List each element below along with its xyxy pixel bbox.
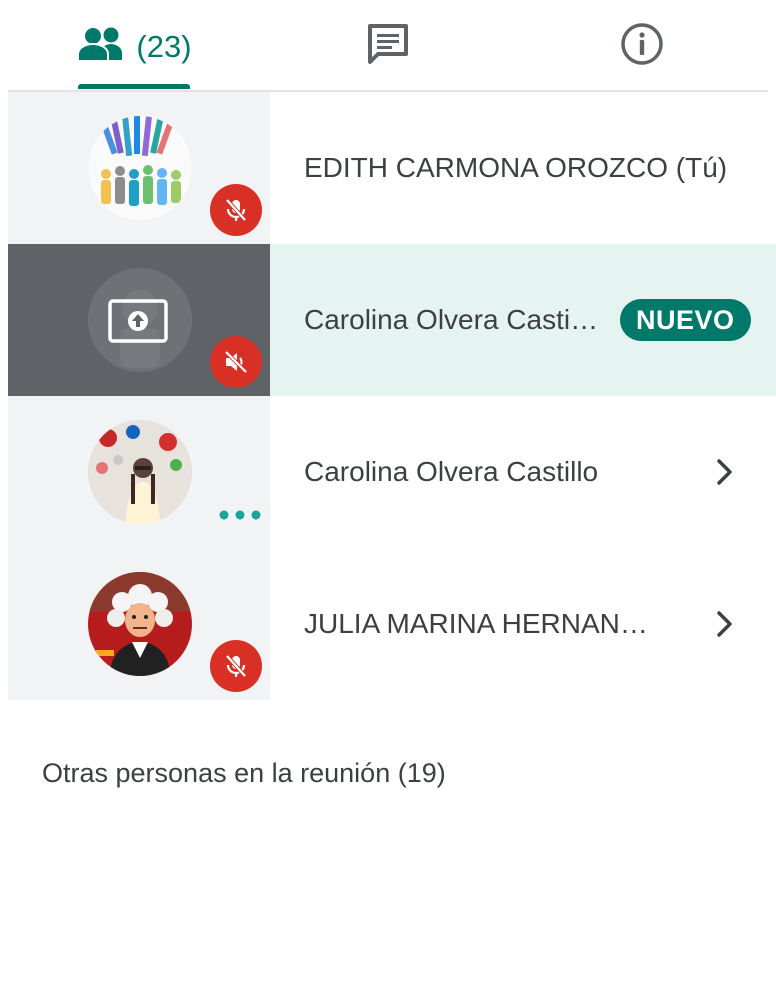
avatar-area xyxy=(8,244,270,396)
info-icon xyxy=(620,22,664,71)
volume-off-icon xyxy=(210,336,262,388)
mic-off-icon xyxy=(210,184,262,236)
participant-name: Carolina Olvera Casti… xyxy=(304,304,599,335)
tab-info[interactable] xyxy=(516,0,768,92)
participant-name: Carolina Olvera Castillo xyxy=(304,456,599,487)
active-tab-indicator xyxy=(78,84,190,89)
chat-icon xyxy=(365,21,411,72)
avatar-area xyxy=(8,92,270,244)
avatar xyxy=(88,116,192,220)
presenting-icon xyxy=(108,299,168,343)
others-heading: Otras personas en la reunión (19) xyxy=(42,758,446,788)
new-badge: NUEVO xyxy=(620,299,751,341)
avatar xyxy=(88,572,192,676)
participant-row[interactable]: JULIA MARINA HERNAN… xyxy=(8,548,776,700)
participant-name: EDITH CARMONA OROZCO (Tú) xyxy=(304,152,728,183)
people-icon xyxy=(77,25,128,67)
tab-people[interactable]: (23) xyxy=(10,0,260,92)
participant-row[interactable]: Carolina Olvera Casti… NUEVO xyxy=(8,244,776,396)
participant-row[interactable]: Carolina Olvera Castillo xyxy=(8,396,776,548)
participant-count: (23) xyxy=(136,29,192,64)
avatar xyxy=(88,420,192,524)
participant-name: JULIA MARINA HERNAN… xyxy=(304,608,648,639)
tab-bar: (23) xyxy=(0,0,776,92)
mic-off-icon xyxy=(210,640,262,692)
tab-chat[interactable] xyxy=(262,0,514,92)
participant-row[interactable]: EDITH CARMONA OROZCO (Tú) xyxy=(8,92,776,244)
avatar-area xyxy=(8,396,270,548)
avatar-area xyxy=(8,548,270,700)
speaking-dots-icon xyxy=(216,508,264,520)
chevron-right-icon[interactable] xyxy=(712,606,738,642)
chevron-right-icon[interactable] xyxy=(712,454,738,490)
